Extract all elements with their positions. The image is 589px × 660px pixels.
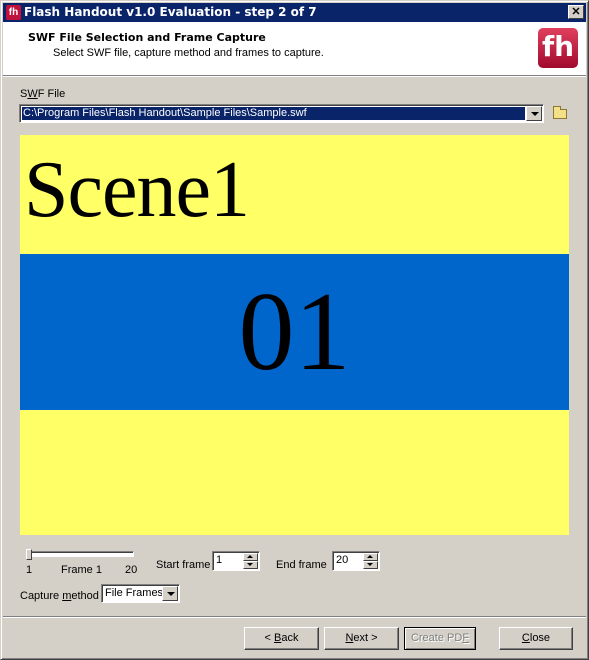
frame-slider[interactable] bbox=[26, 549, 134, 561]
end-frame-up-arrow-icon[interactable] bbox=[363, 553, 378, 561]
start-frame-up-arrow-icon[interactable] bbox=[243, 553, 258, 561]
slider-track[interactable] bbox=[29, 551, 134, 557]
app-icon: fh bbox=[6, 5, 21, 20]
swf-preview: Scene1 01 bbox=[20, 135, 569, 535]
back-button[interactable]: < Back bbox=[244, 627, 319, 650]
capture-method-select[interactable]: File Frames bbox=[101, 584, 180, 603]
next-button[interactable]: Next > bbox=[324, 627, 399, 650]
end-frame-down-arrow-icon[interactable] bbox=[363, 561, 378, 569]
title-bar[interactable]: fh Flash Handout v1.0 Evaluation - step … bbox=[3, 3, 586, 22]
create-pdf-button[interactable]: Create PDF bbox=[404, 627, 476, 650]
close-button[interactable]: Close bbox=[499, 627, 573, 650]
wizard-window: fh Flash Handout v1.0 Evaluation - step … bbox=[0, 0, 589, 660]
start-frame-label: Start frame bbox=[156, 559, 211, 571]
swf-file-combobox[interactable]: C:\Program Files\Flash Handout\Sample Fi… bbox=[19, 104, 544, 123]
preview-scene-text: Scene1 bbox=[24, 146, 250, 234]
folder-icon bbox=[553, 106, 567, 119]
browse-button[interactable] bbox=[552, 106, 568, 120]
swf-file-path[interactable]: C:\Program Files\Flash Handout\Sample Fi… bbox=[22, 107, 525, 120]
swf-file-label: SWF File bbox=[20, 88, 66, 100]
wizard-header: SWF File Selection and Frame Capture Sel… bbox=[3, 22, 586, 76]
start-frame-spinner[interactable]: 1 bbox=[212, 551, 260, 571]
end-frame-spinner[interactable]: 20 bbox=[332, 551, 380, 571]
slider-thumb[interactable] bbox=[26, 549, 32, 560]
close-icon: ✕ bbox=[571, 6, 581, 18]
chevron-down-icon[interactable] bbox=[526, 106, 542, 121]
footer-divider bbox=[3, 616, 586, 618]
capture-method-value[interactable]: File Frames bbox=[105, 587, 163, 599]
start-frame-down-arrow-icon[interactable] bbox=[243, 561, 258, 569]
end-frame-value[interactable]: 20 bbox=[336, 554, 348, 566]
slider-max-label: 20 bbox=[125, 564, 138, 576]
capture-method-label: Capture method bbox=[20, 590, 99, 602]
start-frame-value[interactable]: 1 bbox=[216, 554, 222, 566]
chevron-down-icon[interactable] bbox=[162, 586, 178, 601]
current-frame-label: Frame 1 bbox=[61, 564, 102, 576]
preview-frame-number: 01 bbox=[238, 270, 351, 394]
step-title: SWF File Selection and Frame Capture bbox=[28, 31, 266, 44]
slider-min-label: 1 bbox=[26, 564, 33, 576]
step-description: Select SWF file, capture method and fram… bbox=[53, 47, 324, 59]
close-window-button[interactable]: ✕ bbox=[568, 5, 584, 19]
header-divider bbox=[3, 76, 586, 77]
flash-handout-logo-icon: fh bbox=[538, 28, 578, 68]
end-frame-label: End frame bbox=[276, 559, 327, 571]
window-title: Flash Handout v1.0 Evaluation - step 2 o… bbox=[24, 5, 317, 19]
